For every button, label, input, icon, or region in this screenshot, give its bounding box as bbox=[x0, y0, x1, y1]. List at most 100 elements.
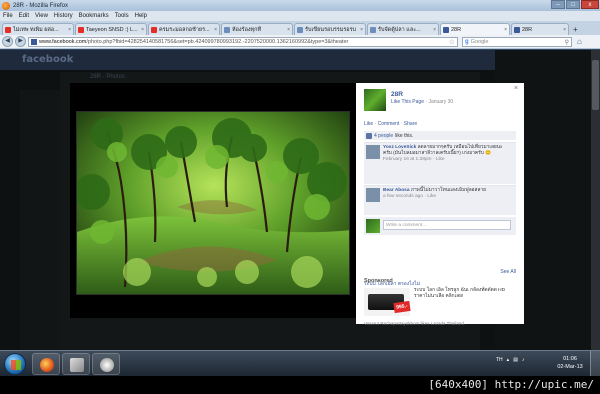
start-button[interactable] bbox=[4, 353, 26, 375]
tab-close-icon[interactable]: × bbox=[214, 27, 217, 33]
search-box[interactable]: g Google ⚲ bbox=[462, 37, 572, 47]
write-comment-row: Write a comment... bbox=[364, 217, 516, 235]
tab-close-icon[interactable]: × bbox=[504, 27, 507, 33]
tab-28r[interactable]: 28R × bbox=[511, 23, 569, 35]
maximize-button[interactable]: □ bbox=[566, 0, 580, 9]
comment-time: February 16 at 1:38pm · Like bbox=[383, 157, 445, 162]
ad-image[interactable]: 995.- bbox=[364, 288, 411, 316]
menu-file[interactable]: File bbox=[3, 13, 13, 19]
network-icon[interactable]: ▤ bbox=[513, 357, 518, 363]
aquarium-photo[interactable] bbox=[76, 111, 350, 295]
image-host-caption: [640x400] http://upic.me/ bbox=[428, 378, 594, 391]
clock-date: 02-Mar-13 bbox=[557, 364, 583, 370]
taskbar-explorer[interactable] bbox=[62, 353, 90, 375]
bookmark-star-icon[interactable]: ☆ bbox=[449, 38, 455, 46]
commenter-avatar[interactable] bbox=[366, 145, 380, 159]
ad-price-badge: 995.- bbox=[393, 300, 411, 314]
likes-count-link[interactable]: 4 people bbox=[374, 133, 393, 139]
new-tab-button[interactable]: + bbox=[573, 25, 578, 34]
search-icon[interactable]: ⚲ bbox=[565, 39, 569, 46]
volume-icon[interactable]: ♪ bbox=[522, 357, 525, 363]
address-bar[interactable]: www.facebook.com/photo.php?fbid=42825414… bbox=[28, 37, 458, 47]
tab-close-icon[interactable]: × bbox=[68, 27, 71, 33]
like-action[interactable]: Like bbox=[364, 121, 373, 127]
home-icon[interactable]: ⌂ bbox=[577, 37, 582, 46]
tab-active-28r[interactable]: 28R × bbox=[440, 23, 510, 35]
share-action[interactable]: Share bbox=[404, 121, 417, 127]
tab-close-icon[interactable]: × bbox=[433, 27, 436, 33]
tab-close-icon[interactable]: × bbox=[287, 27, 290, 33]
navigation-bar: ◀ ▶ www.facebook.com/photo.php?fbid=4282… bbox=[0, 35, 600, 49]
commenter-name[interactable]: Bear Abosa bbox=[383, 188, 409, 193]
firefox-icon bbox=[40, 358, 54, 372]
aquascape-image bbox=[77, 112, 349, 294]
ad-social-context: Vasarut Rachapattayakhom likes Lazada Th… bbox=[364, 321, 466, 326]
forward-button[interactable]: ▶ bbox=[15, 36, 26, 47]
tab-close-icon[interactable]: × bbox=[360, 27, 363, 33]
image-caption-strip: [640x400] http://upic.me/ bbox=[0, 376, 600, 394]
menu-view[interactable]: View bbox=[35, 13, 48, 19]
post-meta: Like This Page · January 30 bbox=[391, 99, 454, 105]
menu-tools[interactable]: Tools bbox=[115, 13, 129, 19]
tab-1[interactable]: ไม่เทพ ทเพิ่ม ผล่อ... × bbox=[2, 23, 74, 35]
show-desktop-button[interactable] bbox=[590, 351, 600, 377]
youtube-icon bbox=[5, 26, 11, 33]
background-sidebar-row bbox=[511, 56, 591, 64]
clock-time: 01:06 bbox=[563, 356, 577, 362]
page-avatar[interactable] bbox=[364, 89, 386, 111]
window-titlebar: 28R - Mozilla Firefox – □ x bbox=[0, 0, 600, 11]
window-controls: – □ x bbox=[551, 0, 599, 9]
tab-close-icon[interactable]: × bbox=[563, 27, 566, 33]
commenter-avatar[interactable] bbox=[366, 188, 380, 202]
tab-close-icon[interactable]: × bbox=[141, 27, 144, 33]
see-all-link[interactable]: See All bbox=[500, 269, 516, 275]
page-name-link[interactable]: 28R bbox=[391, 91, 403, 98]
likes-suffix: like this. bbox=[395, 132, 414, 139]
windows-taskbar: TH ▴ ▤ ♪ 01:06 02-Mar-13 bbox=[0, 350, 600, 377]
menu-bookmarks[interactable]: Bookmarks bbox=[79, 13, 109, 19]
facebook-icon bbox=[443, 26, 449, 33]
background-sidebar-row bbox=[511, 68, 591, 76]
like-page-link[interactable]: Like This Page bbox=[391, 99, 424, 105]
photo-side-panel: × 28R Like This Page · January 30 Like ·… bbox=[356, 83, 524, 326]
tab-2[interactable]: Taeyeon SNSD :) L... × bbox=[75, 23, 147, 35]
taskbar-media-player[interactable] bbox=[92, 353, 120, 375]
taskbar-firefox[interactable] bbox=[32, 353, 60, 375]
tab-3[interactable]: ครมระมอลกอช้ายร... × bbox=[148, 23, 220, 35]
facebook-logo: facebook bbox=[22, 54, 74, 65]
photo-theater bbox=[70, 83, 356, 318]
language-indicator[interactable]: TH bbox=[496, 357, 503, 363]
taskbar-clock[interactable]: 01:06 02-Mar-13 bbox=[555, 355, 585, 371]
comment-item: Yosz LoveSick ลดลายมากๆครับ เหมือนไปเที่… bbox=[364, 142, 516, 184]
ad-title[interactable]: ระบบ โลกเอิลา ตรองไงไม่ bbox=[364, 280, 420, 288]
search-placeholder: Google bbox=[470, 39, 489, 45]
sponsored-ad[interactable]: ระบบ โลกเอิลา ตรองไงไม่ 995.- ระบบ โลก เ… bbox=[364, 280, 516, 326]
page-icon bbox=[370, 26, 376, 33]
commenter-name[interactable]: Yosz LoveSick bbox=[383, 145, 416, 150]
menu-help[interactable]: Help bbox=[135, 13, 147, 19]
comment-input[interactable]: Write a comment... bbox=[383, 220, 511, 230]
page-viewport: facebook 28R - Photos × 28R Like This Pa… bbox=[0, 50, 600, 350]
tab-6[interactable]: รับจัดตู้ปลา และ... × bbox=[367, 23, 439, 35]
comment-text: ภาพนี้ไม่มาวาโทนแลงเมิมฟูลอสลาย bbox=[410, 188, 486, 193]
window-title: 28R - Mozilla Firefox bbox=[13, 2, 69, 9]
close-window-button[interactable]: x bbox=[581, 0, 599, 9]
tray-expand-icon[interactable]: ▴ bbox=[507, 357, 510, 363]
tab-5[interactable]: รับเขียนรอบรรมรอรบ × bbox=[294, 23, 366, 35]
facebook-icon bbox=[514, 26, 520, 33]
menu-history[interactable]: History bbox=[54, 13, 73, 19]
comment-action[interactable]: Comment bbox=[378, 121, 400, 127]
user-avatar bbox=[366, 219, 380, 233]
comment-body: Yosz LoveSick ลดลายมากๆครับ เหมือนไปเที่… bbox=[383, 145, 511, 163]
comment-item: Bear Abosa ภาพนี้ไม่มาวาโทนแลงเมิมฟูลอสล… bbox=[364, 185, 516, 215]
page-scrollbar[interactable] bbox=[591, 50, 600, 350]
google-icon: g bbox=[465, 39, 469, 45]
ad-text: ระบบ โลก เอิล โทรลูก ฉันเ กล้องทั่ดดัตด … bbox=[414, 288, 506, 299]
back-button[interactable]: ◀ bbox=[2, 36, 13, 47]
menu-edit[interactable]: Edit bbox=[19, 13, 29, 19]
minimize-button[interactable]: – bbox=[551, 0, 565, 9]
tab-4[interactable]: ห้องร้องทุกที่ × bbox=[221, 23, 293, 35]
menu-bar: File Edit View History Bookmarks Tools H… bbox=[0, 11, 600, 21]
scrollbar-thumb[interactable] bbox=[592, 60, 599, 110]
close-theater-icon[interactable]: × bbox=[514, 85, 518, 92]
